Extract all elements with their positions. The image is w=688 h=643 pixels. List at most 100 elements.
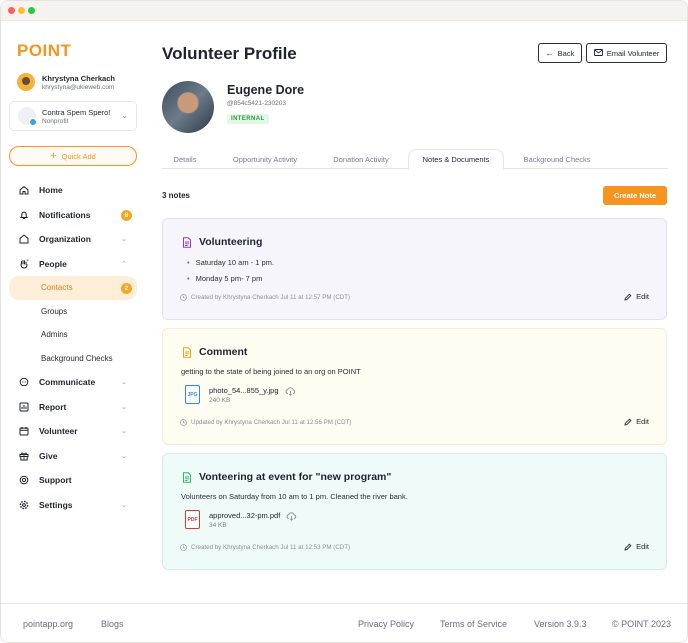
plus-icon: +	[50, 149, 57, 162]
nav-give[interactable]: Give ⌄	[9, 444, 137, 469]
pencil-icon	[624, 293, 632, 301]
chevron-down-icon: ⌄	[121, 428, 127, 435]
note-meta: Created by Khrystyna Cherkach Jul 11 at …	[180, 544, 350, 551]
attachment-name: photo_54...855_y.jpg	[209, 385, 279, 395]
lifebuoy-icon	[19, 475, 29, 485]
nav-notifications[interactable]: Notifications 8	[9, 203, 137, 228]
chevron-down-icon: ⌄	[121, 501, 127, 509]
gift-icon	[19, 451, 29, 461]
document-icon	[183, 236, 191, 248]
attachment[interactable]: JPG photo_54...855_y.jpg 240 KB	[185, 385, 296, 404]
pencil-icon	[624, 543, 632, 551]
footer-terms-link[interactable]: Terms of Service	[440, 619, 507, 629]
edit-note-button[interactable]: Edit	[624, 292, 649, 301]
profile-id: @854c5421-230203	[227, 100, 287, 107]
org-switcher[interactable]: Contra Spem Spero! Nonprofit ⌄	[9, 101, 137, 131]
tab-background-checks[interactable]: Background Checks	[513, 149, 601, 169]
nav-home[interactable]: Home	[9, 178, 137, 203]
org-type: Nonprofit	[42, 117, 69, 125]
notes-count: 3 notes	[162, 191, 191, 200]
user-email: khrystyna@ukieweb.com	[42, 83, 115, 91]
sidebar: POINT Khrystyna Cherkach khrystyna@ukiew…	[1, 21, 146, 603]
calendar-icon	[19, 426, 29, 436]
cloud-download-icon[interactable]	[286, 512, 297, 521]
chevron-down-icon: ⌄	[121, 452, 127, 460]
app-window: POINT Khrystyna Cherkach khrystyna@ukiew…	[0, 0, 688, 643]
note-description: getting to the state of being joined to …	[181, 367, 361, 376]
home-icon	[19, 185, 29, 195]
note-title: Vonteering at event for "new program"	[199, 471, 392, 483]
internal-tag: INTERNAL	[227, 114, 269, 124]
notifications-badge: 8	[121, 209, 132, 221]
nav-organization[interactable]: Organization ⌄	[9, 227, 137, 252]
nav-volunteer[interactable]: Volunteer ⌄	[9, 419, 137, 444]
attachment[interactable]: PDF approved...32-pm.pdf 34 KB	[185, 510, 297, 529]
nav-contacts[interactable]: Contacts 2	[9, 276, 137, 300]
profile-tabs: Details Opportunity Activity Donation Ac…	[161, 149, 668, 170]
profile-name: Eugene Dore	[227, 83, 305, 97]
page-title: Volunteer Profile	[162, 44, 297, 63]
tab-notes-documents[interactable]: Notes & Documents	[408, 149, 504, 170]
note-card: Vonteering at event for "new program" Vo…	[162, 453, 667, 570]
create-note-button[interactable]: Create Note	[603, 186, 667, 205]
org-name: Contra Spem Spero!	[42, 107, 111, 117]
edit-note-button[interactable]: Edit	[624, 542, 649, 551]
quick-add-button[interactable]: + Quick Add	[9, 146, 137, 166]
note-title: Volunteering	[199, 236, 263, 248]
user-avatar	[17, 73, 35, 91]
bell-icon	[19, 210, 29, 220]
footer: pointapp.org Blogs Privacy Policy Terms …	[1, 603, 687, 642]
nav-admins[interactable]: Admins	[9, 323, 137, 347]
note-meta: Updated by Khrystyna Cherkach Jul 11 at …	[180, 419, 352, 426]
chevron-down-icon: ⌄	[121, 236, 127, 243]
footer-site-link[interactable]: pointapp.org	[23, 619, 73, 629]
point-logo[interactable]: POINT	[17, 41, 71, 61]
nav-background-checks[interactable]: Background Checks	[9, 347, 137, 371]
tab-donation-activity[interactable]: Donation Activity	[321, 149, 401, 169]
chevron-down-icon: ⌄	[121, 379, 127, 386]
user-name: Khrystyna Cherkach	[42, 73, 115, 83]
nav-settings[interactable]: Settings ⌄	[9, 493, 137, 518]
edit-note-button[interactable]: Edit	[624, 417, 649, 426]
attachment-size: 240 KB	[209, 396, 231, 404]
minimize-window-button[interactable]	[18, 7, 25, 14]
quick-add-label: Quick Add	[61, 151, 96, 161]
email-volunteer-button[interactable]: Email Volunteer	[586, 43, 667, 63]
chevron-down-icon: ⌄	[121, 111, 128, 120]
mail-icon	[593, 48, 603, 58]
footer-copyright: © POINT 2023	[612, 619, 671, 629]
clock-icon	[180, 544, 187, 551]
document-icon	[183, 346, 191, 358]
main-content: Volunteer Profile ← Back Email Volunteer…	[161, 21, 669, 603]
attachment-size: 34 KB	[209, 521, 227, 529]
document-icon	[183, 471, 191, 483]
nav-report[interactable]: Report ⌄	[9, 395, 137, 420]
user-profile[interactable]: Khrystyna Cherkach khrystyna@ukieweb.com	[17, 73, 115, 91]
nav-communicate[interactable]: Communicate ⌄	[9, 370, 137, 395]
contacts-badge: 2	[121, 283, 132, 294]
cloud-download-icon[interactable]	[285, 387, 296, 396]
note-bullets: Saturday 10 am - 1 pm. Monday 5 pm- 7 pm	[187, 257, 274, 289]
report-icon	[19, 402, 29, 412]
chevron-down-icon: ⌄	[121, 403, 127, 411]
close-window-button[interactable]	[8, 7, 15, 14]
tab-details[interactable]: Details	[161, 149, 209, 169]
maximize-window-button[interactable]	[28, 7, 35, 14]
window-titlebar	[1, 1, 687, 21]
main-nav: Home Notifications 8 Organization ⌄ Peop…	[9, 178, 137, 517]
footer-privacy-link[interactable]: Privacy Policy	[358, 619, 414, 629]
chat-icon	[19, 377, 29, 387]
nav-people[interactable]: People ⌃	[9, 252, 137, 277]
footer-version: Version 3.9.3	[534, 619, 587, 629]
back-button[interactable]: ← Back	[538, 43, 582, 63]
footer-blogs-link[interactable]: Blogs	[101, 619, 124, 629]
pdf-file-icon: PDF	[185, 510, 200, 529]
attachment-name: approved...32-pm.pdf	[209, 510, 281, 520]
org-logo	[18, 107, 37, 126]
tab-opportunity-activity[interactable]: Opportunity Activity	[219, 149, 311, 169]
nav-support[interactable]: Support	[9, 468, 137, 493]
nav-groups[interactable]: Groups	[9, 300, 137, 324]
note-card: Volunteering Saturday 10 am - 1 pm. Mond…	[162, 218, 667, 320]
note-title: Comment	[199, 346, 248, 358]
building-icon	[19, 234, 29, 244]
